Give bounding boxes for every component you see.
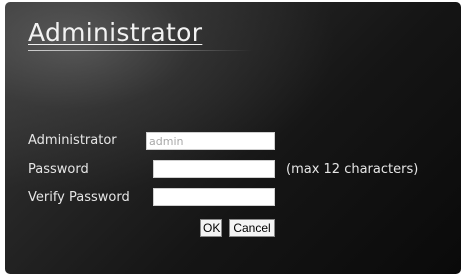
verify-password-field[interactable]: [153, 188, 275, 206]
admin-panel: Administrator Administrator Password (ma…: [5, 2, 461, 274]
ok-button[interactable]: OK: [200, 219, 222, 237]
password-field[interactable]: [153, 160, 275, 178]
page-title: Administrator: [28, 18, 203, 47]
title-divider: [28, 50, 253, 51]
verify-password-label: Verify Password: [28, 190, 130, 205]
cancel-button[interactable]: Cancel: [229, 219, 275, 237]
administrator-label: Administrator: [28, 133, 117, 148]
administrator-field[interactable]: [146, 132, 275, 150]
password-label: Password: [28, 162, 89, 177]
password-hint: (max 12 characters): [286, 162, 419, 177]
